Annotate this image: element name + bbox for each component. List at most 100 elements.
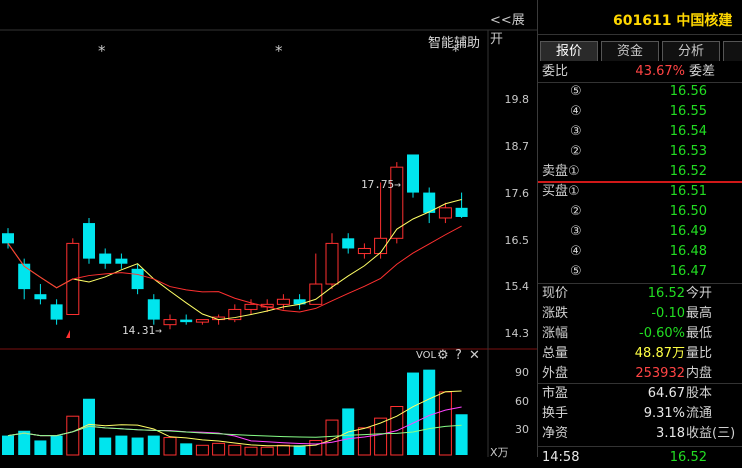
- quote-panel: 601611 中国核建 报价 资金 分析 委比 43.67% 委差 ⑤ 16.56…: [537, 0, 742, 465]
- volume-bar[interactable]: [2, 435, 14, 455]
- sell-level-label: ⑤: [570, 84, 582, 99]
- volume-bar[interactable]: [163, 437, 177, 456]
- volume-bar[interactable]: [18, 430, 31, 455]
- tab-funds[interactable]: 资金: [601, 41, 659, 61]
- sell-order-row[interactable]: ⑤ 16.56: [538, 82, 742, 102]
- volume-bar[interactable]: [423, 369, 436, 455]
- kline-chart-area[interactable]: <<展开 智能辅助 * * * 19.8 18.7 17.6 16.5 15.4…: [0, 0, 537, 459]
- fundamental-row: 市盈 64.67 股本: [538, 384, 742, 404]
- candle-body[interactable]: [180, 319, 193, 323]
- price-axis-label: 16.5: [504, 234, 530, 247]
- volume-bar[interactable]: [276, 444, 290, 456]
- volume-bar[interactable]: [180, 443, 193, 455]
- sell-level-label: 卖盘①: [542, 164, 580, 179]
- candle-body[interactable]: [407, 154, 419, 193]
- quote-right-label: 最低: [686, 326, 713, 341]
- volume-unit: X万: [490, 446, 509, 459]
- order-price: 16.54: [669, 124, 707, 139]
- expand-button[interactable]: <<展开: [490, 9, 537, 47]
- candle-body[interactable]: [99, 253, 112, 264]
- volume-axis-label: 60: [515, 395, 529, 408]
- buy-order-row[interactable]: ③ 16.49: [538, 222, 742, 242]
- buy-level-label: 买盘①: [542, 184, 580, 199]
- volume-axis-label: 90: [515, 366, 529, 379]
- buy-order-row[interactable]: 买盘① 16.51: [538, 182, 742, 202]
- candle-body[interactable]: [309, 283, 323, 305]
- trade-price: 16.52: [669, 450, 707, 465]
- candle-body[interactable]: [131, 268, 144, 290]
- volume-bar[interactable]: [212, 442, 226, 456]
- sell-level-label: ②: [570, 144, 582, 159]
- candle-body[interactable]: [2, 233, 14, 244]
- buy-order-row[interactable]: ④ 16.48: [538, 242, 742, 262]
- sell-order-row[interactable]: ③ 16.54: [538, 122, 742, 142]
- last-trade-row: 14:58 16.52: [538, 448, 742, 468]
- order-price: 16.50: [669, 204, 707, 219]
- price-axis-label: 14.3: [504, 327, 530, 340]
- buy-level-label: ②: [570, 204, 582, 219]
- volume-bar[interactable]: [50, 435, 63, 455]
- volume-bar[interactable]: [99, 437, 112, 455]
- buy-level-label: ③: [570, 224, 582, 239]
- order-price: 16.47: [669, 264, 707, 279]
- candle-body[interactable]: [195, 319, 209, 323]
- volume-bar[interactable]: [374, 417, 388, 456]
- volume-bar[interactable]: [115, 435, 128, 455]
- volume-bar[interactable]: [195, 444, 209, 456]
- price-axis-label: 15.4: [504, 280, 530, 293]
- volume-bar[interactable]: [260, 446, 274, 456]
- candle-body[interactable]: [357, 247, 371, 255]
- volume-bar[interactable]: [34, 440, 47, 455]
- volume-bar[interactable]: [438, 391, 452, 456]
- volume-axis-label: 30: [515, 423, 529, 436]
- candle-body[interactable]: [50, 304, 63, 320]
- volume-bar[interactable]: [309, 439, 323, 456]
- candle-body[interactable]: [163, 319, 177, 326]
- candle-body[interactable]: [342, 238, 355, 249]
- buy-order-row[interactable]: ⑤ 16.47: [538, 262, 742, 282]
- volume-bar[interactable]: [407, 372, 419, 455]
- fundamental-value: 64.67: [647, 386, 685, 401]
- price-axis-label: 17.6: [504, 187, 530, 200]
- tab-more[interactable]: [723, 41, 742, 61]
- volume-bar[interactable]: [244, 446, 258, 456]
- volume-bar[interactable]: [131, 437, 144, 455]
- candle-body[interactable]: [147, 299, 160, 320]
- sell-order-row[interactable]: ② 16.53: [538, 142, 742, 162]
- quote-label: 涨幅: [542, 326, 569, 341]
- sell-order-row[interactable]: 卖盘① 16.52: [538, 162, 742, 182]
- quote-label: 总量: [542, 346, 569, 361]
- volume-bar[interactable]: [293, 445, 306, 455]
- candle-body[interactable]: [83, 223, 95, 259]
- quote-value: -0.60%: [639, 326, 685, 341]
- volume-bar[interactable]: [66, 415, 80, 456]
- candle-body[interactable]: [18, 263, 31, 290]
- close-icon[interactable]: ✕: [469, 348, 480, 363]
- candle-body[interactable]: [276, 298, 290, 305]
- volume-bar[interactable]: [228, 444, 242, 456]
- buy-order-row[interactable]: ② 16.50: [538, 202, 742, 222]
- help-icon[interactable]: ?: [455, 348, 462, 363]
- candle-body[interactable]: [293, 299, 306, 305]
- candle-body[interactable]: [325, 242, 339, 285]
- star-marker: *: [452, 42, 460, 60]
- candle-body[interactable]: [34, 294, 47, 300]
- star-marker: *: [98, 42, 106, 60]
- stock-code-name: 601611 中国核建: [613, 13, 733, 29]
- candle-body[interactable]: [438, 207, 452, 219]
- volume-bars: [2, 369, 468, 456]
- sell-order-row[interactable]: ④ 16.55: [538, 102, 742, 122]
- candle-body[interactable]: [244, 303, 258, 310]
- volume-bar[interactable]: [455, 414, 468, 455]
- candle-body[interactable]: [115, 258, 128, 264]
- tab-analysis[interactable]: 分析: [662, 41, 720, 61]
- high-annotation: 17.75→: [361, 178, 401, 191]
- volume-bar[interactable]: [357, 427, 371, 456]
- candle-body[interactable]: [455, 207, 468, 217]
- tab-quote[interactable]: 报价: [540, 41, 598, 61]
- low-annotation: 14.31→: [122, 324, 162, 337]
- volume-bar[interactable]: [147, 435, 160, 455]
- kline-svg[interactable]: [0, 0, 537, 457]
- fundamental-value: 9.31%: [643, 406, 685, 421]
- settings-icon[interactable]: ⚙: [437, 348, 449, 363]
